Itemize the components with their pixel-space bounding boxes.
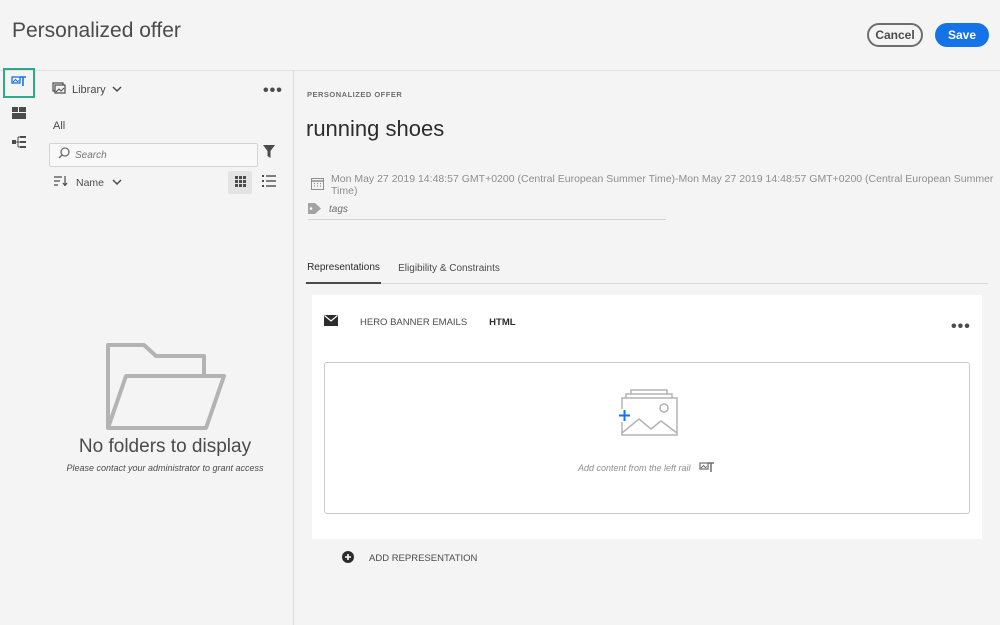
- format-label: HTML: [489, 316, 516, 328]
- chevron-down-icon: [112, 84, 122, 96]
- structure-tree-icon: [12, 135, 26, 153]
- sort-label: Name: [76, 176, 105, 189]
- tab-representations[interactable]: Representations: [306, 253, 381, 284]
- representation-header: HERO BANNER EMAILS HTML: [324, 315, 516, 329]
- list-view-button[interactable]: [262, 174, 276, 192]
- rail-structure-button[interactable]: [3, 129, 35, 159]
- filter-button[interactable]: [263, 145, 275, 163]
- folder-label: All: [53, 120, 66, 132]
- image-text-icon: [11, 74, 27, 93]
- calendar-icon: [311, 177, 324, 193]
- image-text-icon: [698, 460, 715, 476]
- dropzone-hint: Add content from the left rail: [578, 460, 715, 476]
- dropzone-hint-text: Add content from the left rail: [578, 463, 691, 473]
- tag-icon: [308, 202, 321, 217]
- envelope-icon: [324, 315, 338, 329]
- rail-fragments-button[interactable]: [3, 100, 35, 130]
- add-representation-label: ADD REPRESENTATION: [369, 553, 478, 564]
- layout-blocks-icon: [12, 106, 26, 124]
- left-rail: [0, 68, 36, 625]
- library-source-dropdown[interactable]: Library: [52, 82, 122, 97]
- date-range-text: Mon May 27 2019 14:48:57 GMT+0200 (Centr…: [331, 173, 994, 197]
- sort-dropdown[interactable]: Name: [54, 176, 122, 189]
- add-representation-button[interactable]: ADD REPRESENTATION: [342, 551, 477, 566]
- chevron-down-icon: [112, 177, 122, 189]
- search-icon: [58, 146, 70, 164]
- library-source-label: Library: [72, 83, 106, 96]
- offer-name: running shoes: [306, 116, 445, 141]
- date-range-field[interactable]: Mon May 27 2019 14:48:57 GMT+0200 (Centr…: [311, 173, 1000, 197]
- empty-folder-icon: [104, 342, 228, 435]
- empty-state-subtitle: Please contact your administrator to gra…: [66, 463, 264, 473]
- empty-state-title: No folders to display: [78, 436, 252, 457]
- cancel-button[interactable]: Cancel: [867, 23, 923, 47]
- add-circle-icon: [342, 551, 354, 566]
- representation-more-button[interactable]: •••: [951, 318, 971, 336]
- placement-name: HERO BANNER EMAILS: [360, 316, 468, 328]
- page-title: Personalized offer: [12, 19, 181, 42]
- search-field[interactable]: [49, 143, 258, 167]
- grid-icon: [234, 174, 246, 192]
- library-icon: [52, 82, 66, 97]
- offer-tabs: Representations Eligibility & Constraint…: [305, 253, 988, 284]
- more-icon: •••: [263, 82, 283, 99]
- grid-view-button[interactable]: [228, 171, 252, 194]
- filter-icon: [263, 145, 275, 162]
- tags-placeholder: tags: [329, 204, 348, 215]
- rail-assets-button[interactable]: [3, 68, 35, 98]
- sort-icon: [54, 176, 68, 189]
- tags-field[interactable]: tags: [308, 200, 666, 220]
- list-icon: [262, 174, 276, 191]
- tab-eligibility-constraints[interactable]: Eligibility & Constraints: [393, 253, 505, 284]
- save-button[interactable]: Save: [935, 23, 989, 47]
- add-image-icon: [617, 389, 679, 442]
- more-icon: •••: [951, 318, 971, 335]
- offer-kicker: PERSONALIZED OFFER: [307, 90, 403, 99]
- search-input[interactable]: [75, 149, 245, 161]
- library-more-button[interactable]: •••: [263, 82, 283, 100]
